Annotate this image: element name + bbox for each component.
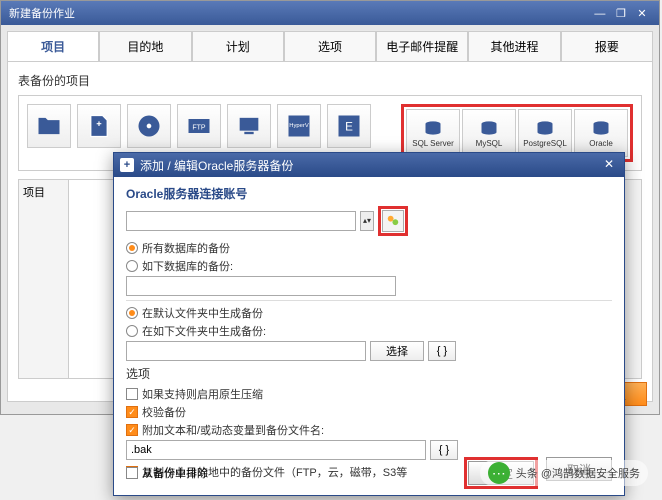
tab-summary[interactable]: 报要 <box>561 31 653 61</box>
dialog-titlebar: + 添加 / 编辑Oracle服务器备份 ✕ <box>114 153 624 177</box>
wechat-icon: ⋯ <box>488 462 510 484</box>
main-tabs: 项目 目的地 计划 选项 电子邮件提醒 其他进程 报要 <box>7 31 653 62</box>
dialog-title: 添加 / 编辑Oracle服务器备份 <box>140 157 293 174</box>
account-label: Oracle服务器连接账号 <box>126 185 612 202</box>
folder-input[interactable] <box>126 341 366 361</box>
svg-text:HyperV: HyperV <box>289 123 309 129</box>
chk-append-text[interactable] <box>126 424 138 436</box>
maximize-icon[interactable]: ❐ <box>612 7 630 20</box>
chk-compress[interactable] <box>126 388 138 400</box>
chk-compress-label: 如果支持则启用原生压缩 <box>142 386 263 402</box>
close-icon[interactable]: ✕ <box>633 7 651 20</box>
section-label: 表备份的项目 <box>18 72 642 89</box>
databases-input[interactable] <box>126 276 396 296</box>
account-spinner[interactable]: ▴▾ <box>360 211 374 231</box>
device-icon[interactable] <box>227 104 271 148</box>
tab-items[interactable]: 项目 <box>7 31 99 61</box>
radio-all-databases[interactable] <box>126 242 138 254</box>
dialog-body: Oracle服务器连接账号 ▴▾ 所有数据库的备份 如下数据库的备份: 在默认文… <box>114 177 624 490</box>
ftp-icon[interactable]: FTP <box>177 104 221 148</box>
dialog-close-icon[interactable]: ✕ <box>600 157 618 173</box>
main-titlebar: 新建备份作业 — ❐ ✕ <box>1 1 659 25</box>
browse-button[interactable]: 选择 <box>370 341 424 361</box>
tab-destination[interactable]: 目的地 <box>99 31 191 61</box>
chk-exclude[interactable] <box>126 467 138 479</box>
radio-default-folder[interactable] <box>126 307 138 319</box>
grid-header-items: 项目 <box>19 180 69 378</box>
hyperv-icon[interactable]: HyperV <box>277 104 321 148</box>
account-input[interactable] <box>126 211 356 231</box>
db-sqlserver-button[interactable]: SQL Server <box>406 109 460 157</box>
radio-custom-folder-label: 在如下文件夹中生成备份: <box>142 323 266 339</box>
account-edit-icon[interactable] <box>382 210 404 232</box>
radio-selected-databases-label: 如下数据库的备份: <box>142 258 233 274</box>
db-postgresql-button[interactable]: PostgreSQL <box>518 109 572 157</box>
radio-selected-databases[interactable] <box>126 260 138 272</box>
oracle-backup-dialog: + 添加 / 编辑Oracle服务器备份 ✕ Oracle服务器连接账号 ▴▾ … <box>113 152 625 496</box>
db-mysql-button[interactable]: MySQL <box>462 109 516 157</box>
radio-all-databases-label: 所有数据库的备份 <box>142 240 230 256</box>
main-title: 新建备份作业 <box>9 5 75 21</box>
tab-email[interactable]: 电子邮件提醒 <box>376 31 468 61</box>
chk-verify-label: 校验备份 <box>142 404 186 420</box>
chk-verify[interactable] <box>126 406 138 418</box>
db-oracle-button[interactable]: Oracle <box>574 109 628 157</box>
vars-button[interactable]: { } <box>428 341 456 361</box>
account-edit-highlight <box>378 206 408 236</box>
radio-custom-folder[interactable] <box>126 325 138 337</box>
svg-text:E: E <box>345 121 353 134</box>
tab-options[interactable]: 选项 <box>284 31 376 61</box>
options-label: 选项 <box>126 365 612 382</box>
tab-schedule[interactable]: 计划 <box>192 31 284 61</box>
tab-other[interactable]: 其他进程 <box>468 31 560 61</box>
chk-exclude-label: 从备份中排除 <box>142 465 208 481</box>
exchange-icon[interactable]: E <box>327 104 371 148</box>
disk-icon[interactable] <box>127 104 171 148</box>
chk-append-text-label: 附加文本和/或动态变量到备份文件名: <box>142 422 324 438</box>
folder-icon[interactable] <box>27 104 71 148</box>
svg-text:FTP: FTP <box>192 125 206 132</box>
dialog-add-icon: + <box>120 158 134 172</box>
add-file-icon[interactable] <box>77 104 121 148</box>
window-controls: — ❐ ✕ <box>591 7 651 20</box>
watermark-text: 头条 @鸿鹄数据安全服务 <box>516 465 640 481</box>
watermark: ⋯ 头条 @鸿鹄数据安全服务 <box>480 460 648 486</box>
radio-default-folder-label: 在默认文件夹中生成备份 <box>142 305 263 321</box>
minimize-icon[interactable]: — <box>591 8 609 20</box>
